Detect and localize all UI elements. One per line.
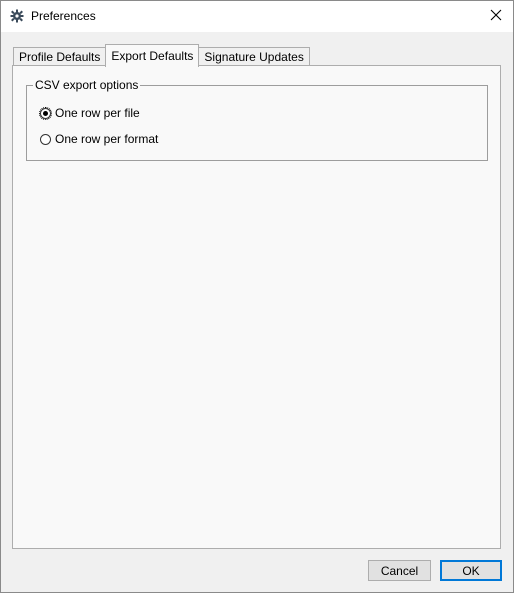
tab-strip: Profile Defaults Export Defaults Signatu… (13, 44, 310, 67)
window-title: Preferences (31, 9, 96, 23)
tab-label: Signature Updates (204, 50, 304, 64)
close-icon (490, 9, 502, 24)
preferences-dialog: Preferences Profile Defaults Export Defa… (0, 0, 514, 593)
radio-button-selected[interactable] (39, 106, 52, 120)
close-button[interactable] (479, 1, 513, 32)
tab-profile-defaults[interactable]: Profile Defaults (13, 47, 107, 66)
radio-label: One row per format (55, 132, 159, 146)
export-defaults-panel: CSV export options One row per file One … (12, 65, 501, 549)
group-title: CSV export options (33, 78, 141, 92)
gear-icon (10, 9, 24, 23)
cancel-button[interactable]: Cancel (368, 560, 431, 581)
radio-label: One row per file (55, 106, 140, 120)
radio-dot (43, 110, 48, 116)
radio-one-row-per-file[interactable]: One row per file (39, 106, 140, 120)
csv-export-options-group: CSV export options One row per file One … (26, 78, 488, 161)
title-bar: Preferences (1, 1, 513, 32)
tab-label: Profile Defaults (19, 50, 101, 64)
tab-label: Export Defaults (111, 48, 194, 63)
ok-button[interactable]: OK (440, 560, 502, 581)
radio-button-unselected[interactable] (40, 133, 51, 145)
radio-one-row-per-format[interactable]: One row per format (40, 132, 158, 146)
tab-export-defaults[interactable]: Export Defaults (105, 44, 200, 67)
tab-signature-updates[interactable]: Signature Updates (198, 47, 310, 66)
